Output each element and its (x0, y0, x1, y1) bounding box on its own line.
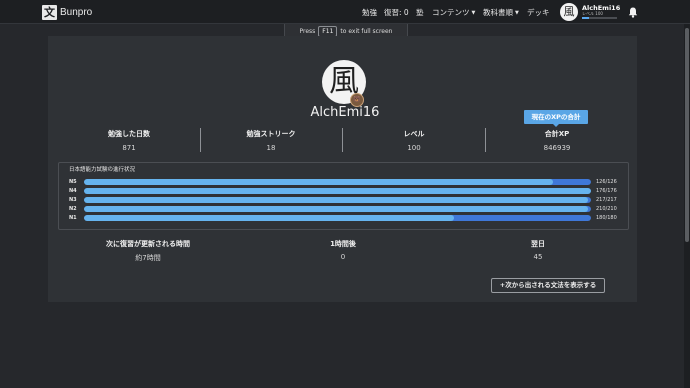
brand-name: Bunpro (60, 6, 93, 18)
nav-content-label: コンテンツ (432, 8, 470, 17)
review-value: 約7時間 (135, 254, 161, 262)
chevron-down-icon: ▼ (515, 10, 519, 16)
jlpt-level-label: N2 (69, 206, 77, 212)
stat-label: 勉強ストリーク (246, 130, 296, 138)
stat-value: 18 (266, 144, 276, 152)
nav-xp-progress-fill (582, 17, 589, 19)
nav-decks-link[interactable]: デッキ (527, 7, 550, 18)
stat-label: レベル (403, 130, 425, 138)
review-label: 次に復習が更新される時間 (106, 240, 190, 248)
nav-reviews-link[interactable]: 復習: 0 (384, 7, 409, 18)
stat-level: レベル 100 (364, 129, 464, 152)
stat-value: 100 (407, 144, 421, 152)
show-next-grammar-button[interactable]: +次から出される文法を表示する (491, 278, 605, 293)
jlpt-progress-title: 日本語能力試験の進行状況 (69, 167, 136, 173)
stat-divider (485, 128, 486, 152)
review-value: 0 (340, 253, 346, 261)
nav-xp-progress (582, 17, 617, 19)
fullscreen-notice-suffix: to exit full screen (340, 28, 393, 35)
jlpt-count: 217/217 (596, 197, 617, 203)
nav-cram-link[interactable]: 塾 (416, 7, 424, 18)
nav-textbook-label: 教科書順 (483, 8, 513, 17)
jlpt-progress-bar (84, 197, 591, 203)
jlpt-row-n3: N3 217/217 (69, 197, 629, 203)
jlpt-progress-bar (84, 206, 591, 212)
jlpt-row-n5: N5 126/126 (69, 179, 629, 185)
stat-days-studied: 勉強した日数 871 (79, 129, 179, 152)
jlpt-progress-bar (84, 215, 591, 221)
stat-value: 846939 (543, 144, 571, 152)
stat-divider (200, 128, 201, 152)
bunpro-logo-icon: 文 (42, 4, 57, 20)
jlpt-count: 180/180 (596, 215, 617, 221)
jlpt-progress-bar (84, 188, 591, 194)
user-avatar[interactable]: 風 (560, 3, 578, 21)
jlpt-level-label: N1 (69, 215, 77, 221)
jlpt-row-n4: N4 176/176 (69, 188, 629, 194)
review-value: 45 (533, 253, 543, 261)
jlpt-count: 210/210 (596, 206, 617, 212)
jlpt-progress-fill-known (84, 215, 455, 221)
reviews-next-day: 翌日 45 (473, 239, 603, 261)
jlpt-level-label: N5 (69, 179, 77, 185)
total-xp-tooltip: 現在のXPの合計 (524, 110, 588, 127)
fullscreen-notice-prefix: Press (299, 28, 316, 35)
page-scrollbar[interactable] (684, 24, 690, 388)
stat-value: 871 (122, 144, 136, 152)
nav-content-dropdown[interactable]: コンテンツ ▼ (432, 7, 475, 18)
jlpt-level-label: N4 (69, 188, 77, 194)
jlpt-level-label: N3 (69, 197, 77, 203)
top-navbar: 文 Bunpro 勉強 復習: 0 塾 コンテンツ ▼ 教科書順 ▼ デッキ 風 A… (0, 0, 690, 24)
nav-study-link[interactable]: 勉強 (362, 7, 377, 18)
reviews-next-hour: 1時間後 0 (278, 239, 408, 261)
stat-label: 合計XP (544, 130, 570, 138)
jlpt-progress-bar (84, 179, 591, 185)
stat-study-streak: 勉強ストリーク 18 (221, 129, 321, 152)
jlpt-count: 126/126 (596, 179, 617, 185)
stat-total-xp: 合計XP 846939 (507, 129, 607, 152)
scrollbar-thumb[interactable] (685, 28, 689, 242)
next-review-time: 次に復習が更新される時間 約7時間 (83, 239, 213, 263)
jlpt-progress-fill-known (84, 197, 589, 203)
review-label: 1時間後 (330, 240, 356, 248)
chevron-down-icon: ▼ (471, 10, 476, 16)
jlpt-row-n2: N2 210/210 (69, 206, 629, 212)
stat-divider (342, 128, 343, 152)
review-label: 翌日 (531, 240, 545, 248)
profile-username: AlchEmi16 (310, 105, 380, 120)
jlpt-progress-fill-known (84, 179, 553, 185)
jlpt-row-n1: N1 180/180 (69, 215, 629, 221)
brand-home-link[interactable]: 文 Bunpro (42, 4, 92, 20)
jlpt-progress-fill-known (84, 206, 589, 212)
jlpt-count: 176/176 (596, 188, 617, 194)
jlpt-progress-fill-known (84, 188, 591, 194)
bell-icon[interactable] (628, 7, 638, 18)
stat-label: 勉強した日数 (108, 130, 150, 138)
nav-textbook-dropdown[interactable]: 教科書順 ▼ (483, 7, 519, 18)
